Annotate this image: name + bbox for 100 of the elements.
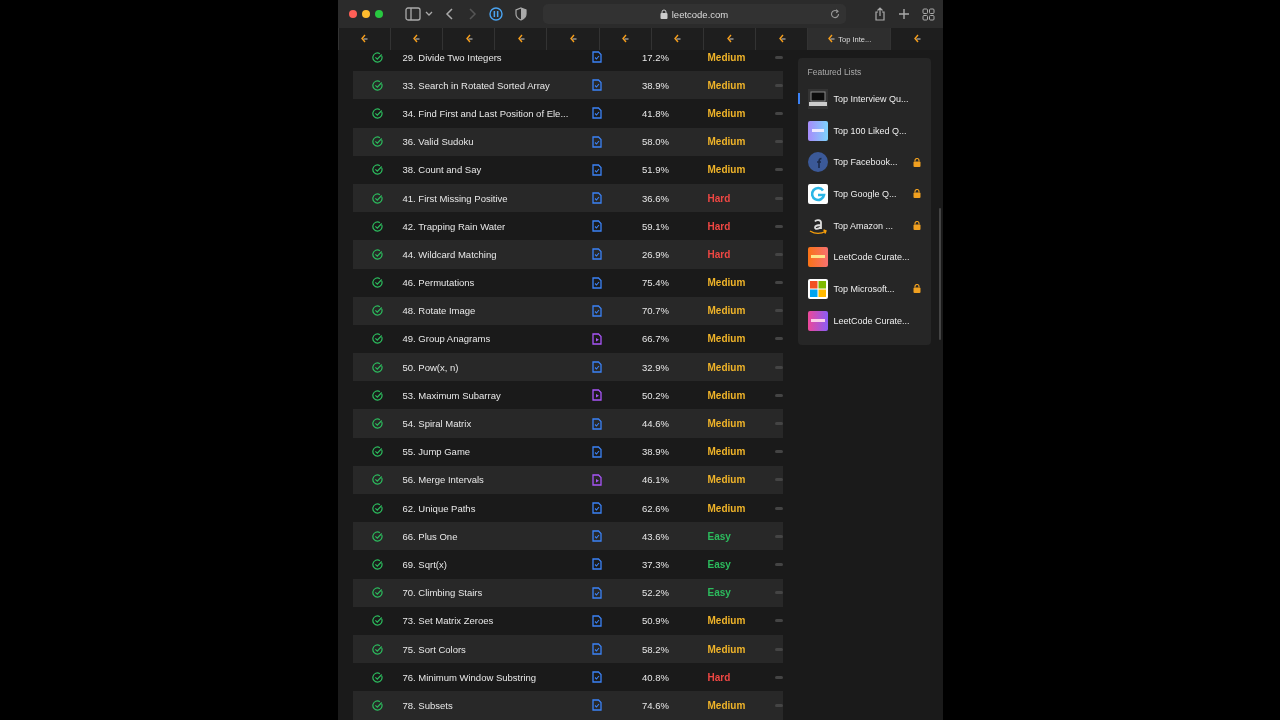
problem-title-link[interactable]: 56. Merge Intervals: [402, 474, 583, 486]
problem-title-link[interactable]: 50. Pow(x, n): [402, 361, 583, 373]
featured-list-item[interactable]: Top Facebook...: [797, 146, 931, 179]
problem-row[interactable]: 44. Wildcard Matching 26.9% Hard: [352, 240, 783, 269]
problem-row[interactable]: 34. Find First and Last Position of Ele... 41.8% Medium: [352, 99, 783, 128]
reload-icon[interactable]: [829, 9, 840, 19]
problem-title-link[interactable]: 38. Count and Say: [402, 164, 583, 176]
article-solution-icon[interactable]: [591, 192, 602, 205]
problem-row[interactable]: 56. Merge Intervals 46.1% Medium: [352, 465, 783, 494]
problem-title-link[interactable]: 49. Group Anagrams: [402, 333, 583, 345]
difficulty-label: Medium: [706, 164, 747, 176]
pause-icon[interactable]: [488, 7, 503, 21]
problem-title-link[interactable]: 75. Sort Colors: [402, 643, 583, 655]
article-solution-icon[interactable]: [591, 502, 602, 515]
problem-row[interactable]: 33. Search in Rotated Sorted Array 38.9% Medium: [352, 71, 783, 100]
article-solution-icon[interactable]: [591, 304, 602, 317]
problem-row[interactable]: 76. Minimum Window Substring 40.8% Hard: [352, 663, 783, 692]
article-solution-icon[interactable]: [591, 614, 602, 627]
video-solution-icon[interactable]: [591, 389, 602, 402]
article-solution-icon[interactable]: [591, 135, 602, 148]
featured-list-item[interactable]: Top Amazon ...: [797, 209, 931, 242]
article-solution-icon[interactable]: [591, 699, 602, 712]
address-bar[interactable]: leetcode.com: [542, 4, 846, 24]
problem-title-link[interactable]: 44. Wildcard Matching: [402, 248, 583, 260]
article-solution-icon[interactable]: [591, 530, 602, 543]
article-solution-icon[interactable]: [591, 361, 602, 374]
problem-row[interactable]: 53. Maximum Subarray 50.2% Medium: [352, 381, 783, 410]
acceptance-rate: 59.1%: [641, 220, 670, 232]
article-solution-icon[interactable]: [591, 248, 602, 261]
acceptance-rate: 41.8%: [641, 107, 670, 119]
problem-title-link[interactable]: 42. Trapping Rain Water: [402, 220, 583, 232]
problem-title-link[interactable]: 66. Plus One: [402, 530, 583, 542]
problem-row[interactable]: 41. First Missing Positive 36.6% Hard: [352, 183, 783, 213]
featured-list-item[interactable]: LeetCode Curate...: [797, 304, 931, 337]
problem-title-link[interactable]: 41. First Missing Positive: [402, 192, 583, 204]
problem-row[interactable]: 54. Spiral Matrix 44.6% Medium: [352, 409, 783, 438]
article-solution-icon[interactable]: [591, 558, 602, 571]
video-solution-icon[interactable]: [591, 332, 602, 345]
close-window-button[interactable]: [348, 10, 357, 18]
minimize-window-button[interactable]: [361, 10, 370, 18]
featured-list-item[interactable]: LeetCode Curate...: [797, 241, 931, 274]
problem-title-link[interactable]: 70. Climbing Stairs: [402, 587, 583, 599]
problem-row[interactable]: 55. Jump Game 38.9% Medium: [352, 437, 783, 466]
problem-row[interactable]: 29. Divide Two Integers 17.2% Medium: [352, 50, 783, 72]
problem-title-link[interactable]: 78. Subsets: [402, 699, 583, 711]
list-name: LeetCode Curate...: [833, 252, 910, 263]
article-solution-icon[interactable]: [591, 220, 602, 233]
problem-title-link[interactable]: 53. Maximum Subarray: [402, 389, 583, 401]
article-solution-icon[interactable]: [591, 163, 602, 176]
featured-list-item[interactable]: Top Microsoft...: [797, 273, 931, 305]
problem-row[interactable]: 73. Set Matrix Zeroes 50.9% Medium: [352, 606, 783, 635]
problem-title-link[interactable]: 33. Search in Rotated Sorted Array: [402, 79, 583, 91]
back-icon[interactable]: [444, 7, 455, 21]
problem-row[interactable]: 46. Permutations 75.4% Medium: [352, 268, 783, 297]
article-solution-icon[interactable]: [591, 79, 602, 92]
problem-row[interactable]: 75. Sort Colors 58.2% Medium: [352, 634, 783, 664]
article-solution-icon[interactable]: [591, 51, 602, 64]
problem-row[interactable]: 42. Trapping Rain Water 59.1% Hard: [352, 212, 783, 241]
problem-row[interactable]: 78. Subsets 74.6% Medium: [352, 691, 783, 720]
zoom-window-button[interactable]: [374, 10, 383, 18]
problem-title-link[interactable]: 76. Minimum Window Substring: [402, 671, 583, 683]
problem-title-link[interactable]: 46. Permutations: [402, 277, 583, 289]
problem-row[interactable]: 36. Valid Sudoku 58.0% Medium: [352, 127, 783, 156]
problem-title-link[interactable]: 36. Valid Sudoku: [402, 136, 583, 148]
sidebar-toggle-icon[interactable]: [404, 7, 433, 21]
article-solution-icon[interactable]: [591, 445, 602, 458]
scrollbar-thumb[interactable]: [938, 208, 941, 340]
problem-title-link[interactable]: 69. Sqrt(x): [402, 558, 583, 570]
problem-row[interactable]: 48. Rotate Image 70.7% Medium: [352, 296, 783, 325]
featured-list-item[interactable]: Top 100 Liked Q...: [797, 114, 931, 147]
article-solution-icon[interactable]: [591, 643, 602, 656]
problem-row[interactable]: 66. Plus One 43.6% Easy: [352, 522, 783, 551]
problem-title-link[interactable]: 54. Spiral Matrix: [402, 418, 583, 430]
article-solution-icon[interactable]: [591, 107, 602, 120]
problem-title-link[interactable]: 55. Jump Game: [402, 446, 583, 458]
problem-title-link[interactable]: 34. Find First and Last Position of Ele...: [402, 107, 583, 119]
featured-list-item[interactable]: Top Interview Qu...: [797, 83, 931, 115]
problem-row[interactable]: 70. Climbing Stairs 52.2% Easy: [352, 578, 783, 607]
article-solution-icon[interactable]: [591, 276, 602, 289]
article-solution-icon[interactable]: [591, 586, 602, 599]
problem-title-link[interactable]: 73. Set Matrix Zeroes: [402, 615, 583, 627]
problem-title-link[interactable]: 29. Divide Two Integers: [402, 51, 583, 63]
share-icon[interactable]: [873, 7, 886, 21]
problem-title-link[interactable]: 62. Unique Paths: [402, 502, 583, 514]
acceptance-rate: 58.0%: [641, 136, 670, 148]
article-solution-icon[interactable]: [591, 671, 602, 684]
video-solution-icon[interactable]: [591, 473, 602, 486]
new-tab-icon[interactable]: [897, 8, 910, 20]
article-solution-icon[interactable]: [591, 417, 602, 430]
featured-list-item[interactable]: Top Google Q...: [797, 178, 931, 210]
tab-overview-icon[interactable]: [921, 7, 935, 21]
problem-row[interactable]: 49. Group Anagrams 66.7% Medium: [352, 324, 783, 354]
problem-title-link[interactable]: 48. Rotate Image: [402, 305, 583, 317]
shield-icon[interactable]: [514, 7, 527, 21]
forward-icon[interactable]: [466, 7, 477, 21]
problem-row[interactable]: 62. Unique Paths 62.6% Medium: [352, 494, 783, 523]
problem-row[interactable]: 69. Sqrt(x) 37.3% Easy: [352, 550, 783, 579]
difficulty-label: Medium: [706, 643, 747, 655]
problem-row[interactable]: 50. Pow(x, n) 32.9% Medium: [352, 353, 783, 382]
problem-row[interactable]: 38. Count and Say 51.9% Medium: [352, 155, 783, 184]
